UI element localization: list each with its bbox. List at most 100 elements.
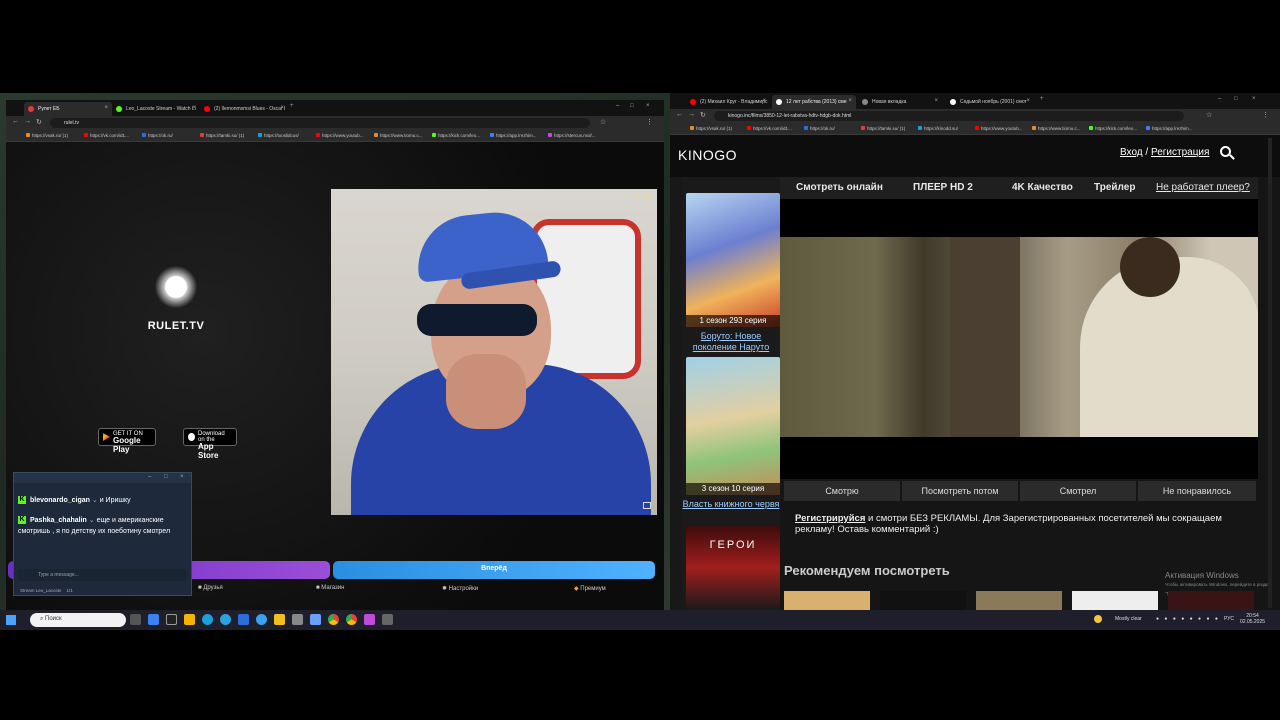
chat-input[interactable]: Type a message...	[18, 569, 187, 581]
bookmark-item[interactable]: https://tamki.su/ (1)	[200, 133, 244, 138]
tray-icons[interactable]: ● ● ● ● ● ● ● ●	[1156, 616, 1220, 622]
tab-player-broken[interactable]: Не работает плеер?	[1156, 182, 1250, 193]
bookmark-item[interactable]: https://vsak.ru/ (1)	[26, 133, 68, 138]
right-tab-4[interactable]: Седьмой ноябрь (2001) смот ×	[946, 95, 1034, 109]
close-icon[interactable]: ×	[180, 474, 184, 480]
bookmark-item[interactable]: https://ok.ru/	[142, 133, 173, 138]
maximize-icon[interactable]: □	[1234, 96, 1238, 102]
chrome-icon[interactable]	[346, 614, 357, 625]
close-icon[interactable]: ×	[192, 105, 196, 111]
minimize-icon[interactable]: –	[148, 474, 151, 480]
app-icon[interactable]	[184, 614, 195, 625]
kinogo-logo[interactable]: KINOGO	[678, 147, 737, 163]
task-view-icon[interactable]	[130, 614, 141, 625]
right-tab-3[interactable]: Новая вкладка ×	[858, 95, 942, 109]
app-icon[interactable]	[238, 614, 249, 625]
app-icon[interactable]	[274, 614, 285, 625]
app-icon[interactable]	[292, 614, 303, 625]
recommend-thumb[interactable]	[976, 591, 1062, 610]
rulet-logo[interactable]: RULET.TV	[126, 252, 226, 362]
recommend-thumb[interactable]	[880, 591, 966, 610]
bookmark-item[interactable]: https://kick.com/leo...	[1089, 126, 1137, 131]
poster-title-link[interactable]: Власть книжного червя	[682, 499, 780, 510]
minimize-icon[interactable]: –	[616, 103, 619, 109]
nav-shop[interactable]: ■ Магазин	[316, 585, 344, 591]
bookmark-item[interactable]: https://kinodd.su/	[918, 126, 958, 131]
tab-player-hd2[interactable]: ПЛЕЕР HD 2	[913, 182, 973, 193]
nav-premium[interactable]: ◆ Премиум	[574, 585, 606, 592]
close-icon[interactable]: ×	[762, 98, 766, 104]
weather-icon[interactable]	[1094, 615, 1102, 623]
close-window-icon[interactable]: ×	[646, 103, 650, 109]
left-tab-3[interactable]: (2) Ilemonmsmsi Blues - Oscar I ×	[200, 102, 288, 116]
expand-icon[interactable]	[643, 502, 651, 509]
forward-icon[interactable]: →	[688, 111, 695, 118]
recommend-thumb[interactable]	[1072, 591, 1158, 610]
bookmark-item[interactable]: https://www.youtub...	[975, 126, 1023, 131]
bookmark-item[interactable]: https://tamki.su/ (1)	[861, 126, 905, 131]
new-tab-icon[interactable]: +	[1040, 96, 1044, 102]
register-promo-link[interactable]: Регистрируйся	[795, 513, 865, 524]
menu-icon[interactable]: ⋮	[646, 118, 653, 126]
watched-button[interactable]: Смотрел	[1020, 481, 1136, 501]
edge-icon[interactable]	[202, 614, 213, 625]
app-store-button[interactable]: Download on the App Store	[183, 428, 237, 460]
bookmark-item[interactable]: https://vk.com/id1...	[84, 133, 129, 138]
start-icon[interactable]	[6, 615, 16, 625]
left-tab-1[interactable]: Рулет ЕБ ×	[24, 102, 112, 116]
bookmark-item[interactable]: https://app.lrezhim...	[1146, 126, 1193, 131]
poster-bookworm[interactable]: 3 сезон 10 серия	[686, 357, 780, 495]
taskbar-search[interactable]: ⌕ Поиск	[30, 613, 126, 627]
page-scrollbar[interactable]	[1268, 138, 1272, 608]
new-tab-icon[interactable]: +	[290, 103, 294, 109]
clock[interactable]: 20:54 02.05.2025	[1240, 613, 1265, 625]
google-play-button[interactable]: GET IT ON Google Play	[98, 428, 156, 454]
right-tab-2[interactable]: 12 лет рабства (2013) сме ×	[772, 95, 856, 109]
close-icon[interactable]: ×	[104, 105, 108, 111]
app-icon[interactable]	[364, 614, 375, 625]
close-icon[interactable]: ×	[934, 98, 938, 104]
right-tab-1[interactable]: (2) Михаил Круг - Владимирс ×	[686, 95, 770, 109]
maximize-icon[interactable]: □	[164, 474, 168, 480]
app-icon[interactable]	[382, 614, 393, 625]
telegram-icon[interactable]	[220, 614, 231, 625]
app-icon[interactable]	[148, 614, 159, 625]
bookmark-item[interactable]: https://www.youtub...	[316, 133, 364, 138]
tab-4k[interactable]: 4K Качество	[1012, 182, 1073, 193]
poster-heroes[interactable]: ГЕРОИ	[686, 525, 780, 610]
left-tab-2[interactable]: Leo_Lacoste Stream - Watch Li ×	[112, 102, 200, 116]
register-link[interactable]: Регистрация	[1151, 147, 1209, 158]
weather-text[interactable]: Mostly clear	[1115, 616, 1142, 622]
bookmark-item[interactable]: https://kick.com/leo...	[432, 133, 480, 138]
menu-icon[interactable]: ⋮	[1262, 111, 1269, 119]
bookmark-item[interactable]: https://ok.ru/	[804, 126, 835, 131]
login-link[interactable]: Вход	[1120, 147, 1143, 158]
language-indicator[interactable]: РУС	[1224, 616, 1234, 622]
maximize-icon[interactable]: □	[630, 103, 634, 109]
poster-boruto[interactable]: 1 сезон 293 серия	[686, 193, 780, 327]
app-icon[interactable]	[310, 614, 321, 625]
reload-icon[interactable]: ↻	[36, 118, 42, 126]
video-player[interactable]	[780, 199, 1258, 479]
back-icon[interactable]: ←	[12, 118, 19, 125]
recommend-thumb[interactable]	[784, 591, 870, 610]
app-icon[interactable]	[256, 614, 267, 625]
url-field[interactable]: kinogo.inc/films/3850-12-let-rabstva-hdt…	[714, 111, 1184, 121]
back-icon[interactable]: ←	[676, 111, 683, 118]
star-icon[interactable]: ☆	[600, 118, 606, 126]
watch-later-button[interactable]: Посмотреть потом	[902, 481, 1018, 501]
nav-settings[interactable]: ✹ Настройки	[442, 585, 478, 592]
bookmark-item[interactable]: https://app.lrezhim...	[490, 133, 537, 138]
recommend-thumb[interactable]	[1168, 591, 1254, 610]
nav-friends[interactable]: ■ Друзья	[198, 585, 223, 591]
close-window-icon[interactable]: ×	[1252, 96, 1256, 102]
main-blue-button[interactable]: Вперёд	[333, 561, 655, 579]
reload-icon[interactable]: ↻	[700, 111, 706, 119]
url-field[interactable]: rulet.tv	[50, 118, 590, 128]
bookmark-item[interactable]: https://tooslidcus/	[258, 133, 299, 138]
forward-icon[interactable]: →	[24, 118, 31, 125]
app-icon[interactable]	[166, 614, 177, 625]
disliked-button[interactable]: Не понравилось	[1138, 481, 1256, 501]
close-icon[interactable]: ×	[280, 105, 284, 111]
bookmark-item[interactable]: https://vsak.ru/ (1)	[690, 126, 732, 131]
